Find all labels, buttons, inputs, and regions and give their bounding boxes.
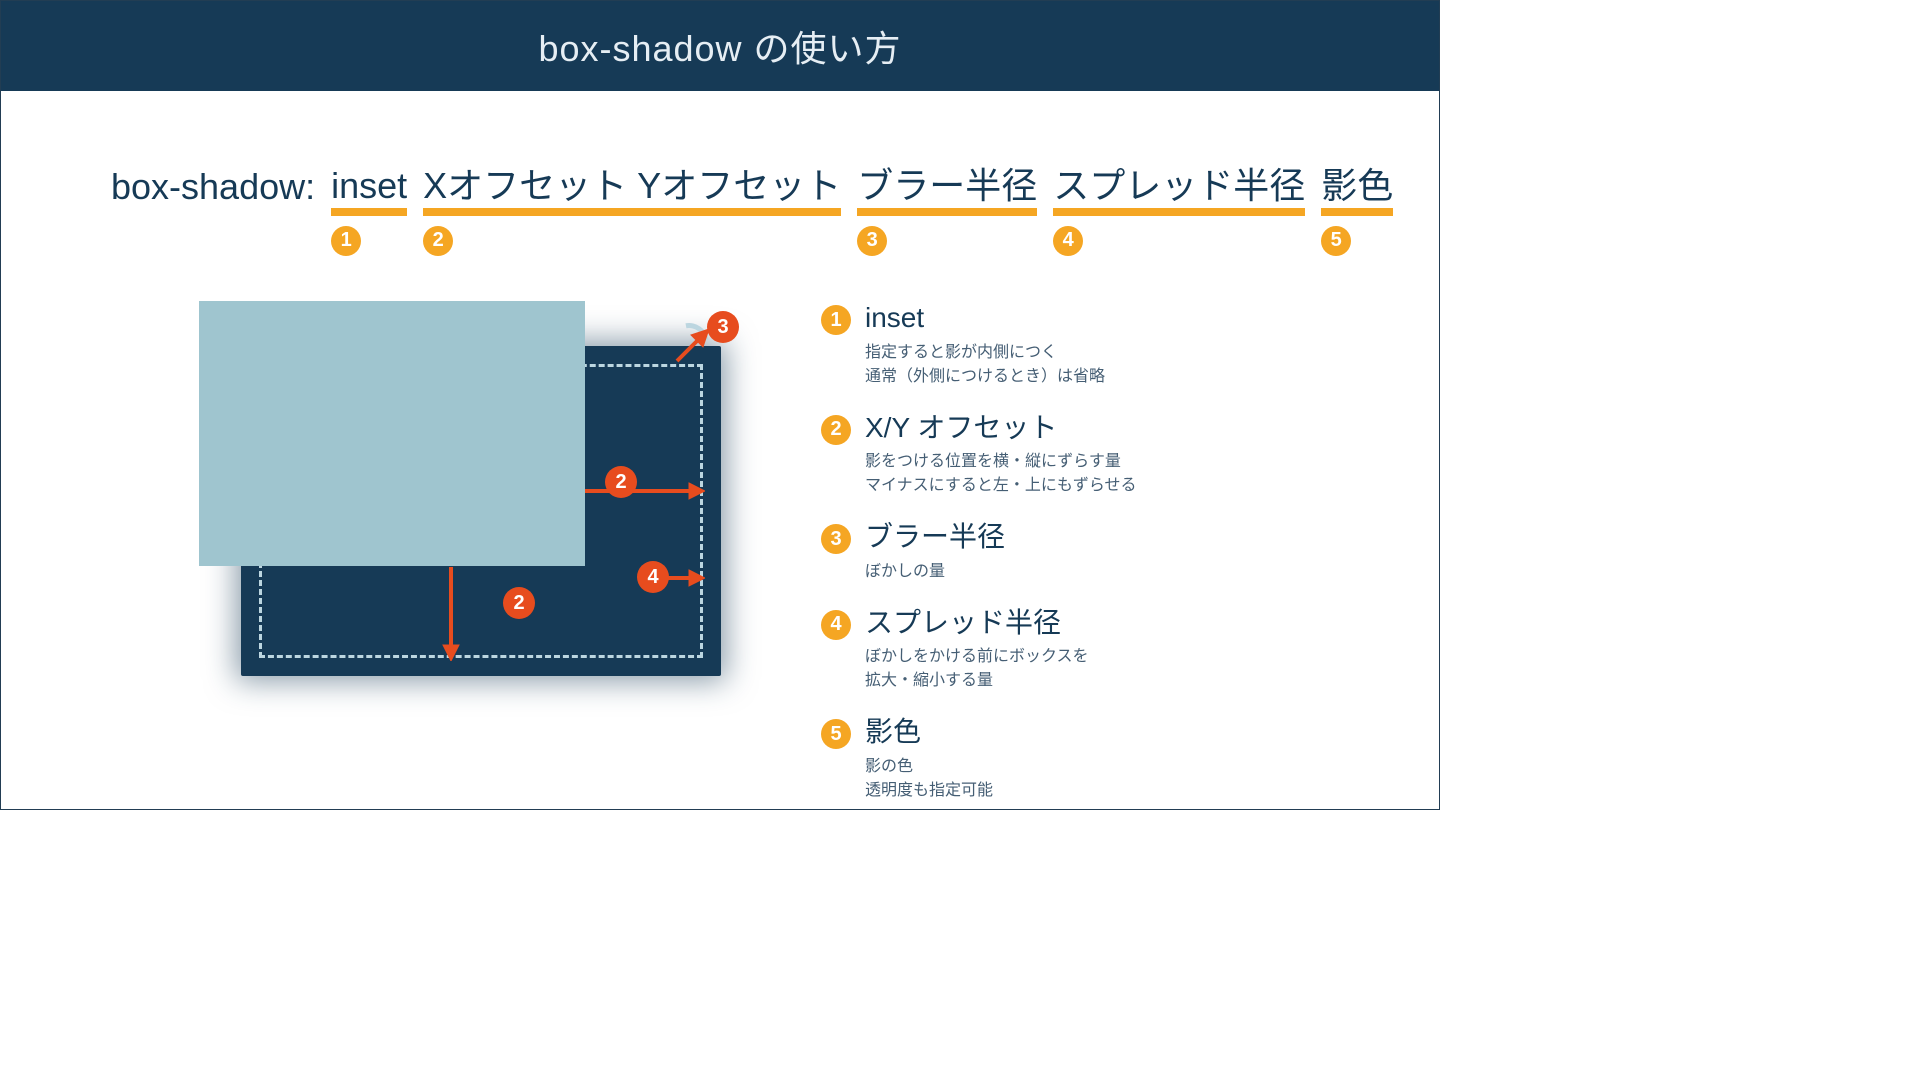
syntax-item-spread: スプレッド半径 4: [1053, 166, 1305, 256]
legend-text: X/Y オフセット 影をつける位置を横・縦にずらす量 マイナスにすると左・上にも…: [865, 411, 1137, 499]
legend-title: inset: [865, 301, 1105, 335]
syntax-item-inset: inset 1: [331, 166, 407, 256]
legend-desc: ぼかしをかける前にボックスを 拡大・縮小する量: [865, 645, 1089, 693]
syntax-row: box-shadow: inset 1 Xオフセット Yオフセット 2 ブラー半…: [111, 166, 1393, 256]
syntax-num-4: 4: [1053, 226, 1083, 256]
syntax-word: 影色: [1321, 166, 1393, 216]
legend: 1 inset 指定すると影が内側につく 通常（外側につけるとき）は省略 2 X…: [821, 301, 1137, 769]
diagram-label-offset-h: 2: [605, 466, 637, 498]
syntax-num-3: 3: [857, 226, 887, 256]
legend-text: 影色 影の色 透明度も指定可能: [865, 715, 993, 803]
diagram-label-blur: 3: [707, 311, 739, 343]
legend-num: 2: [821, 415, 851, 445]
syntax-item-blur: ブラー半径 3: [857, 166, 1037, 256]
syntax-word: ブラー半径: [857, 166, 1037, 216]
syntax-num-5: 5: [1321, 226, 1351, 256]
page-title: box-shadow の使い方: [538, 20, 901, 72]
syntax-word: Xオフセット Yオフセット: [423, 166, 841, 216]
syntax-prefix: box-shadow:: [111, 166, 315, 208]
legend-item-color: 5 影色 影の色 透明度も指定可能: [821, 715, 1137, 803]
legend-title: ブラー半径: [865, 520, 1005, 554]
legend-title: 影色: [865, 715, 993, 749]
legend-desc: ぼかしの量: [865, 560, 1005, 584]
legend-text: ブラー半径 ぼかしの量: [865, 520, 1005, 584]
syntax-word: inset: [331, 166, 407, 216]
legend-item-inset: 1 inset 指定すると影が内側につく 通常（外側につけるとき）は省略: [821, 301, 1137, 389]
legend-num: 4: [821, 610, 851, 640]
legend-num: 3: [821, 524, 851, 554]
syntax-word: スプレッド半径: [1053, 166, 1305, 216]
content: 2 2 3 4 1: [111, 301, 1329, 769]
legend-item-blur: 3 ブラー半径 ぼかしの量: [821, 520, 1137, 584]
legend-desc: 影をつける位置を横・縦にずらす量 マイナスにすると左・上にもずらせる: [865, 450, 1137, 498]
legend-desc: 指定すると影が内側につく 通常（外側につけるとき）は省略: [865, 341, 1105, 389]
diagram-label-spread: 4: [637, 561, 669, 593]
arrow-offset-vertical-icon: [439, 567, 463, 661]
diagram-label-offset-v: 2: [503, 587, 535, 619]
syntax-item-offset: Xオフセット Yオフセット 2: [423, 166, 841, 256]
legend-num: 5: [821, 719, 851, 749]
legend-item-spread: 4 スプレッド半径 ぼかしをかける前にボックスを 拡大・縮小する量: [821, 606, 1137, 694]
syntax-num-1: 1: [331, 226, 361, 256]
main-box: [199, 301, 585, 566]
legend-item-offset: 2 X/Y オフセット 影をつける位置を横・縦にずらす量 マイナスにすると左・上…: [821, 411, 1137, 499]
diagram: 2 2 3 4: [111, 301, 731, 731]
legend-title: スプレッド半径: [865, 606, 1089, 640]
legend-desc: 影の色 透明度も指定可能: [865, 755, 993, 803]
legend-text: スプレッド半径 ぼかしをかける前にボックスを 拡大・縮小する量: [865, 606, 1089, 694]
arrow-offset-horizontal-icon: [585, 479, 705, 503]
arrow-blur-icon: [669, 329, 709, 369]
syntax-num-2: 2: [423, 226, 453, 256]
header: box-shadow の使い方: [1, 1, 1439, 91]
legend-title: X/Y オフセット: [865, 411, 1137, 445]
legend-text: inset 指定すると影が内側につく 通常（外側につけるとき）は省略: [865, 301, 1105, 389]
legend-num: 1: [821, 305, 851, 335]
slide: box-shadow の使い方 box-shadow: inset 1 Xオフセ…: [0, 0, 1440, 810]
syntax-item-color: 影色 5: [1321, 166, 1393, 256]
